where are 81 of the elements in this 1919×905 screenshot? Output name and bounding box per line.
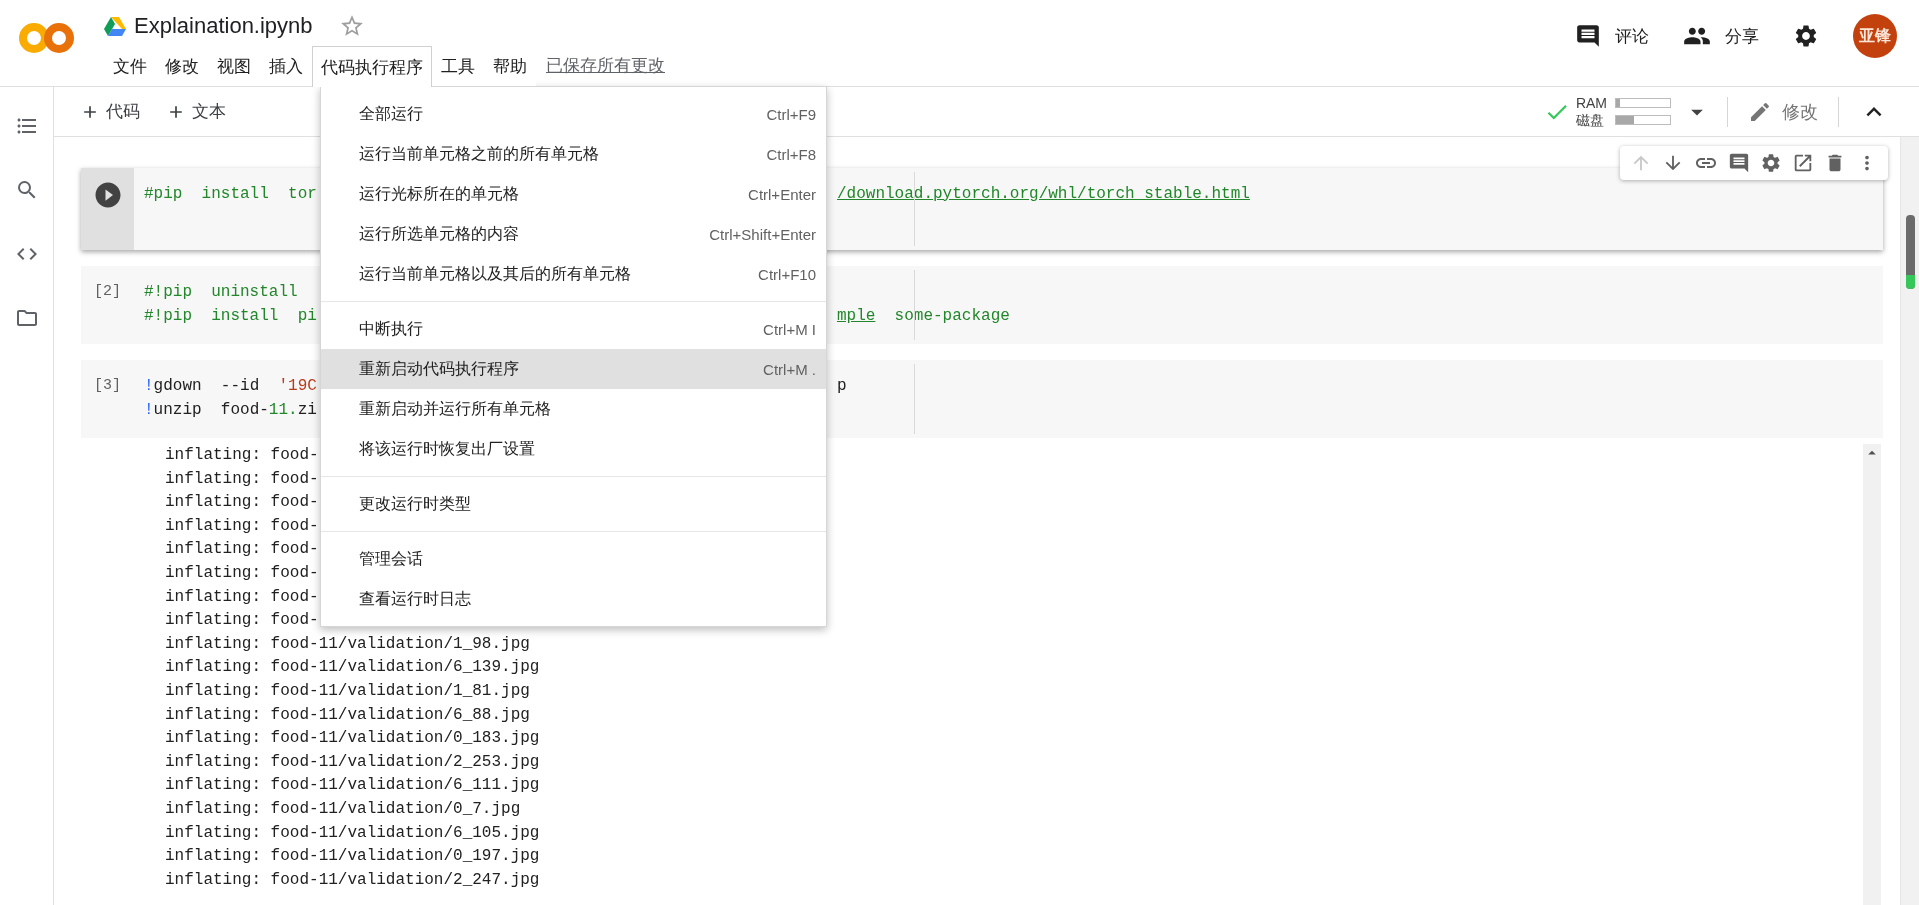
edit-button[interactable]: 修改 [1744,99,1822,124]
output-line: inflating: food-11/validation/0_183.jpg [165,728,540,750]
output-line: inflating: food- [165,445,319,466]
output-line: inflating: food-11/validation/6_111.jpg [165,775,540,797]
save-status-link[interactable]: 已保存所有更改 [546,46,665,86]
settings-icon[interactable] [1760,152,1782,174]
shortcut-text: Ctrl+M I [763,320,816,338]
menu-option-label: 全部运行 [359,103,423,124]
menu-option-label: 将该运行时恢复出厂设置 [359,438,535,459]
output-line: inflating: food- [165,468,319,490]
output-line: inflating: food-11/validation/2_253.jpg [165,751,540,773]
menu-option[interactable]: 运行当前单元格之前的所有单元格 Ctrl+F8 [321,134,826,174]
menu-option[interactable]: 重新启动并运行所有单元格 [321,389,826,429]
scrollbar[interactable] [1900,137,1919,905]
menu-option[interactable]: 更改运行时类型 [321,484,826,524]
menu-option-label: 运行所选单元格的内容 [359,223,519,244]
code-text: #pip install tor [144,185,317,203]
code-text: #!pip install pi [144,307,317,325]
output-line: inflating: food-11/validation/0_7.jpg [165,798,521,820]
output-line: inflating: food- [165,586,319,608]
output-line: inflating: food-11/validation/0_197.jpg [165,846,540,868]
drive-icon [104,16,126,36]
output-line: inflating: food-11/validation/1_81.jpg [165,680,530,702]
menu-option[interactable]: 运行当前单元格以及其后的所有单元格 Ctrl+F10 [321,254,826,294]
code-text: !unzip food-11.zi [144,401,317,419]
comment-icon [1575,23,1601,49]
menu-option[interactable]: 中断执行 Ctrl+M I [321,309,826,349]
shortcut-text: Ctrl+Enter [748,185,816,203]
menu-option-label: 查看运行时日志 [359,588,471,609]
insert-button[interactable]: 文本 [158,94,234,129]
logo [19,22,75,54]
menu-option-label: 运行当前单元格之前的所有单元格 [359,143,599,164]
settings-button[interactable] [1793,23,1819,49]
share-button[interactable]: 分享 [1683,22,1759,50]
menu-option-label: 中断执行 [359,318,423,339]
menu-option-label: 运行光标所在的单元格 [359,183,519,204]
code-text: !gdown --id '19C [144,377,317,395]
output-line: inflating: food- [165,492,319,514]
menu-option-label: 更改运行时类型 [359,493,471,514]
output-scrollbar[interactable] [1863,444,1881,905]
execution-count: [3] [94,376,121,396]
resource-label: RAM [1575,95,1607,111]
menu-option[interactable]: 全部运行 Ctrl+F9 [321,94,826,134]
shortcut-text: Ctrl+F10 [758,265,816,283]
output-line: inflating: food- [165,562,319,584]
output-line: inflating: food-11/validation/6_105.jpg [165,822,540,844]
menu-option[interactable]: 查看运行时日志 [321,579,826,619]
menu-option[interactable]: 运行光标所在的单元格 Ctrl+Enter [321,174,826,214]
code-text: #!pip uninstall [144,283,298,301]
output-line: inflating: food-11/validation/2_247.jpg [165,869,540,891]
menu-option-label: 管理会话 [359,548,423,569]
code-text: /download.pytorch.org/whl/torch_stable.html [837,185,1250,203]
insert-button[interactable]: 代码 [72,94,148,129]
shortcut-text: Ctrl+F9 [766,105,816,123]
square-arrow-icon[interactable] [1792,152,1814,174]
shortcut-text: Ctrl+F8 [766,145,816,163]
output-line: inflating: food- [165,539,319,561]
output-line: inflating: food-11/validation/6_139.jpg [165,657,540,679]
menu-option-label: 运行当前单元格以及其后的所有单元格 [359,263,631,284]
code-text: p [837,377,847,395]
resource-label: 磁盘 [1575,112,1605,128]
comment-icon[interactable] [1728,152,1750,174]
output-line: inflating: food-11/validation/6_88.jpg [165,704,530,726]
scrollbar-thumb[interactable] [1905,215,1915,289]
menu-option-label: 重新启动并运行所有单元格 [359,398,551,419]
output-line: inflating: food- [165,515,319,537]
comment-button[interactable]: 评论 [1575,23,1649,49]
menu-option[interactable]: 运行所选单元格的内容 Ctrl+Shift+Enter [321,214,826,254]
shortcut-text: Ctrl+Shift+Enter [709,225,816,243]
menu-option[interactable]: 管理会话 [321,539,826,579]
execution-count: [2] [94,282,121,302]
avatar[interactable]: 亚锋 [1853,14,1897,58]
menu-option[interactable]: 重新启动代码执行程序 Ctrl+M . [321,349,826,389]
menu-option-label: 重新启动代码执行程序 [359,358,519,379]
code-text: mple some-package [837,307,1010,325]
output-line: inflating: food-11/validation/1_98.jpg [165,633,530,655]
menu-item[interactable]: 代码执行程序 [312,46,432,87]
menu-option[interactable]: 将该运行时恢复出厂设置 [321,429,826,469]
notebook-title[interactable]: Explaination.ipynb [134,13,313,39]
output-line: inflating: food- [165,610,319,632]
shortcut-text: Ctrl+M . [763,360,816,378]
